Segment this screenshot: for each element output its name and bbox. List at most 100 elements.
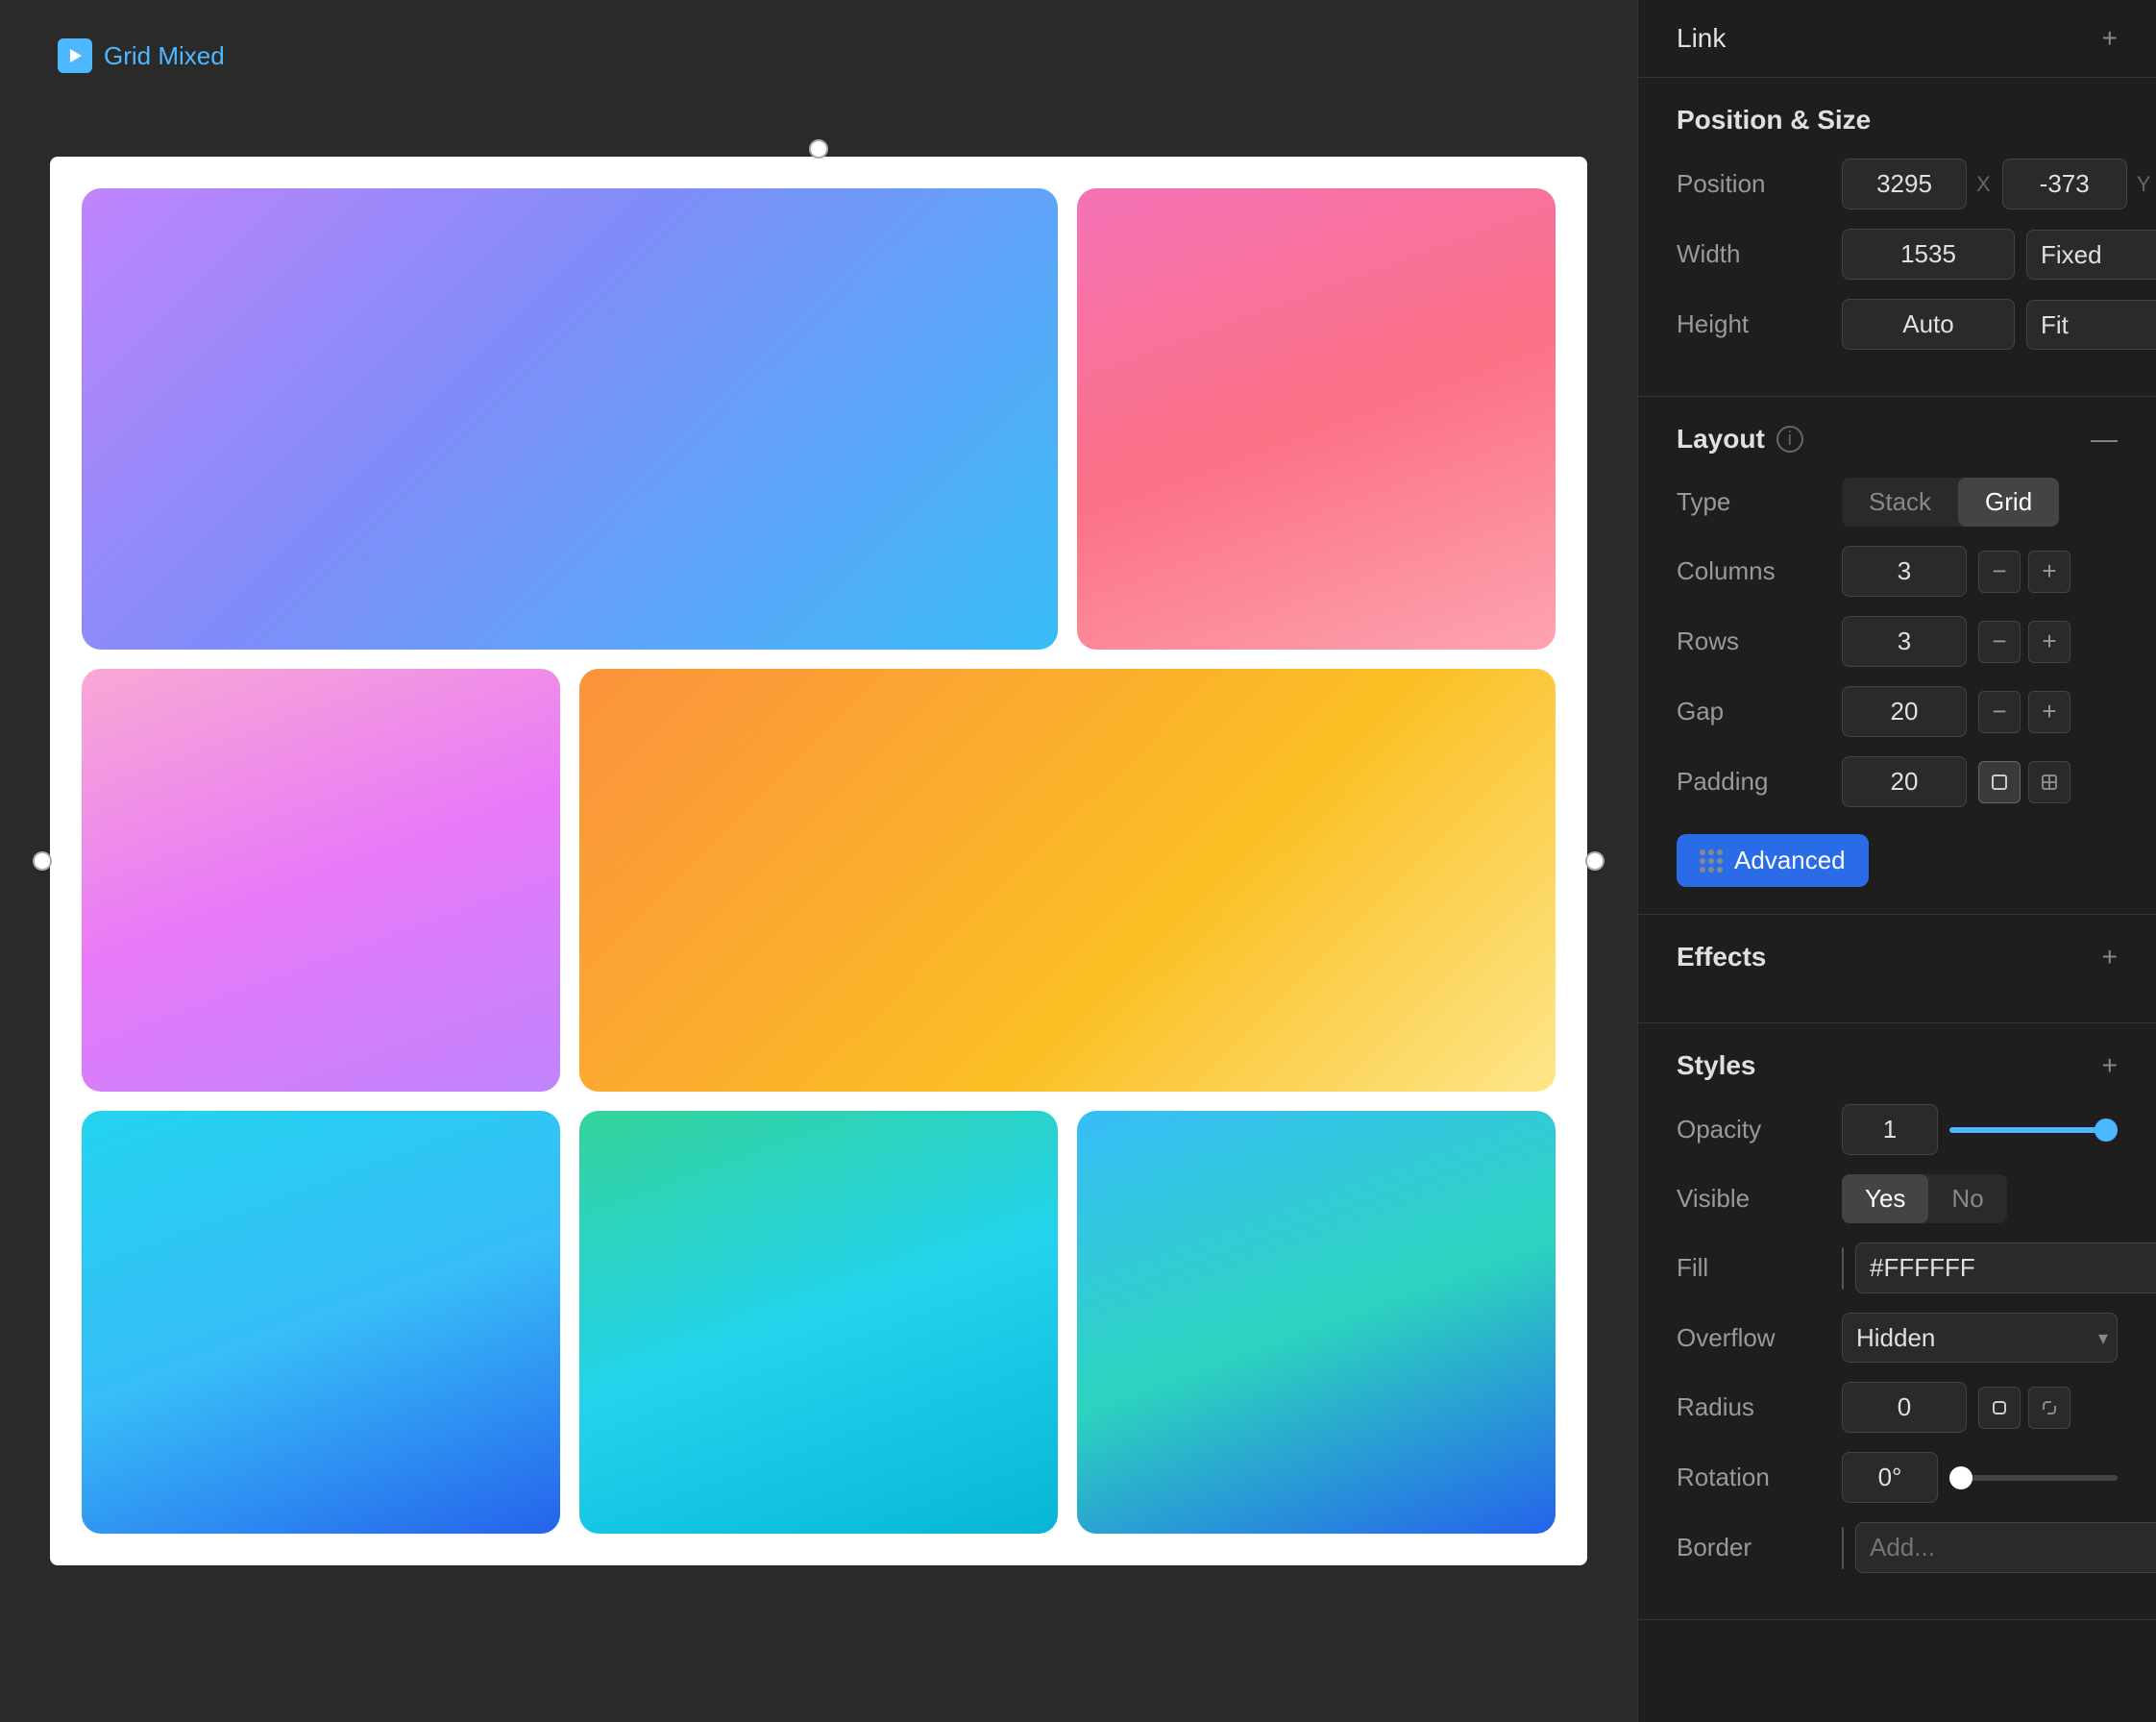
position-y-input[interactable]	[2002, 159, 2127, 209]
position-x-unit: X	[1976, 172, 1991, 197]
visible-toggle: Yes No	[1842, 1174, 2007, 1223]
position-size-section: Position & Size Position X Y Width Fixed…	[1638, 78, 2156, 397]
radius-input[interactable]	[1842, 1382, 1967, 1433]
padding-input[interactable]	[1842, 756, 1967, 807]
height-constraint-select[interactable]: Fit Fixed Fill	[2026, 300, 2156, 350]
position-y-unit: Y	[2137, 172, 2151, 197]
padding-uniform-button[interactable]	[1978, 761, 2021, 803]
gap-row: Gap − +	[1677, 686, 2118, 737]
effects-title: Effects	[1677, 942, 1766, 972]
type-label: Type	[1677, 487, 1830, 517]
type-toggle: Stack Grid	[1842, 478, 2059, 527]
handle-top[interactable]	[809, 139, 828, 159]
radius-row: Radius	[1677, 1382, 2118, 1433]
canvas-area: Grid Mixed	[0, 0, 1637, 1722]
visible-yes-button[interactable]: Yes	[1842, 1174, 1928, 1223]
gap-input[interactable]	[1842, 686, 1967, 737]
link-title: Link	[1677, 23, 1726, 54]
grid-type-button[interactable]: Grid	[1958, 478, 2059, 527]
rows-increment-button[interactable]: +	[2028, 621, 2070, 663]
border-row: Border	[1677, 1522, 2118, 1573]
styles-section: Styles + Opacity Visible Yes No Fill ✕	[1638, 1023, 2156, 1620]
radius-label: Radius	[1677, 1392, 1830, 1422]
grid-cell-3[interactable]	[82, 669, 560, 1092]
advanced-button[interactable]: Advanced	[1677, 834, 1869, 887]
opacity-slider[interactable]	[1949, 1127, 2118, 1133]
columns-row: Columns − +	[1677, 546, 2118, 597]
effects-section: Effects +	[1638, 915, 2156, 1023]
visible-row: Visible Yes No	[1677, 1174, 2118, 1223]
type-row: Type Stack Grid	[1677, 478, 2118, 527]
visible-label: Visible	[1677, 1184, 1830, 1214]
border-add-input[interactable]	[1855, 1522, 2156, 1573]
grid-cell-7[interactable]	[1077, 1111, 1556, 1534]
rotation-slider[interactable]	[1949, 1475, 2118, 1481]
opacity-row: Opacity	[1677, 1104, 2118, 1155]
right-panel: Link + Position & Size Position X Y Widt…	[1637, 0, 2156, 1722]
layout-collapse-icon[interactable]: —	[2091, 424, 2118, 455]
position-x-input[interactable]	[1842, 159, 1967, 209]
rows-decrement-button[interactable]: −	[1978, 621, 2021, 663]
columns-decrement-button[interactable]: −	[1978, 551, 2021, 593]
gap-increment-button[interactable]: +	[2028, 691, 2070, 733]
overflow-row: Overflow Hidden Visible Scroll ▾	[1677, 1313, 2118, 1363]
grid-cell-6[interactable]	[579, 1111, 1058, 1534]
overflow-select[interactable]: Hidden Visible Scroll	[1842, 1313, 2118, 1363]
grid-cell-1[interactable]	[82, 188, 1058, 650]
columns-input[interactable]	[1842, 546, 1967, 597]
position-row: Position X Y	[1677, 159, 2118, 209]
position-size-title: Position & Size	[1677, 105, 1871, 135]
gap-label: Gap	[1677, 697, 1830, 726]
effects-add-icon[interactable]: +	[2102, 942, 2118, 972]
height-row: Height Fit Fixed Fill ▾	[1677, 299, 2118, 350]
rows-input[interactable]	[1842, 616, 1967, 667]
link-add-icon[interactable]: +	[2102, 23, 2118, 54]
grid-cell-4[interactable]	[579, 669, 1556, 1092]
columns-increment-button[interactable]: +	[2028, 551, 2070, 593]
padding-row: Padding	[1677, 756, 2118, 807]
stack-type-button[interactable]: Stack	[1842, 478, 1958, 527]
width-input[interactable]	[1842, 229, 2015, 280]
border-label: Border	[1677, 1533, 1830, 1562]
radius-individual-button[interactable]	[2028, 1387, 2070, 1429]
height-label: Height	[1677, 309, 1830, 339]
advanced-label: Advanced	[1734, 846, 1846, 875]
grid-cell-2[interactable]	[1077, 188, 1556, 650]
gap-stepper: − +	[1978, 691, 2070, 733]
width-constraint-select[interactable]: Fixed Fill Hug	[2026, 230, 2156, 280]
component-name: Grid Mixed	[104, 41, 225, 71]
fill-label: Fill	[1677, 1253, 1830, 1283]
overflow-label: Overflow	[1677, 1323, 1830, 1353]
position-label: Position	[1677, 169, 1830, 199]
height-input[interactable]	[1842, 299, 2015, 350]
visible-no-button[interactable]: No	[1928, 1174, 2006, 1223]
fill-color-swatch[interactable]	[1842, 1247, 1844, 1290]
columns-stepper: − +	[1978, 551, 2070, 593]
grid-wrapper	[50, 157, 1587, 1565]
advanced-dots-icon	[1700, 849, 1723, 873]
styles-title: Styles	[1677, 1050, 1756, 1081]
radius-uniform-button[interactable]	[1978, 1387, 2021, 1429]
styles-add-icon[interactable]: +	[2102, 1050, 2118, 1081]
handle-left[interactable]	[33, 851, 52, 871]
opacity-input[interactable]	[1842, 1104, 1938, 1155]
handle-right[interactable]	[1585, 851, 1605, 871]
grid-canvas	[50, 157, 1587, 1565]
padding-individual-button[interactable]	[2028, 761, 2070, 803]
component-label: Grid Mixed	[58, 38, 225, 73]
fill-row: Fill ✕	[1677, 1242, 2118, 1293]
rotation-input[interactable]	[1842, 1452, 1938, 1503]
opacity-label: Opacity	[1677, 1115, 1830, 1144]
rows-stepper: − +	[1978, 621, 2070, 663]
gap-decrement-button[interactable]: −	[1978, 691, 2021, 733]
fill-hex-input[interactable]	[1855, 1242, 2156, 1293]
rotation-label: Rotation	[1677, 1463, 1830, 1492]
border-color-swatch[interactable]	[1842, 1527, 1844, 1569]
rows-label: Rows	[1677, 627, 1830, 656]
grid-cell-5[interactable]	[82, 1111, 560, 1534]
play-icon	[58, 38, 92, 73]
layout-title: Layout	[1677, 424, 1765, 455]
width-label: Width	[1677, 239, 1830, 269]
layout-info-icon[interactable]: i	[1776, 426, 1803, 453]
link-section: Link +	[1638, 0, 2156, 78]
